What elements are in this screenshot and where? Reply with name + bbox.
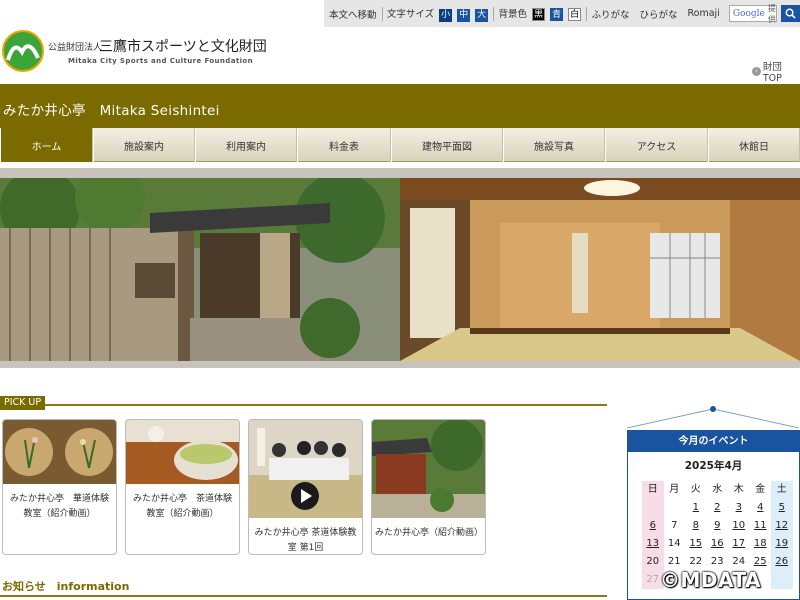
calendar-day[interactable]: 17: [728, 535, 750, 553]
org-name: 三鷹市スポーツと文化財団: [99, 39, 267, 55]
site-title: みたか井心亭 Mitaka Seishintei: [3, 103, 220, 119]
events-title: 今月のイベント: [628, 431, 799, 452]
bg-black-button[interactable]: 黒: [532, 8, 546, 21]
font-size-small-button[interactable]: 小: [439, 8, 453, 22]
foundation-top-link[interactable]: › 財団TOP: [752, 59, 800, 84]
search-placeholder: 提供: [767, 3, 776, 24]
search-button[interactable]: [780, 5, 800, 22]
weekday-label: 日: [642, 481, 664, 499]
romaji-link[interactable]: Romaji: [683, 8, 725, 19]
nav-item-closed-days[interactable]: 休館日: [708, 128, 800, 162]
font-size-label: 文字サイズ: [386, 8, 435, 20]
calendar-day[interactable]: 9: [707, 517, 729, 535]
arrow-right-icon: ›: [752, 67, 761, 76]
nav-item-price-list[interactable]: 料金表: [297, 128, 391, 162]
page: 本文へ移動 文字サイズ 小 中 大 背景色 黒 青 白 ふりがな ひらがな Ro…: [0, 0, 800, 600]
font-size-medium-button[interactable]: 中: [457, 8, 471, 22]
weekday-label: 土: [771, 481, 793, 499]
calendar-day[interactable]: 2: [707, 499, 729, 517]
weekday-label: 月: [669, 484, 680, 495]
calendar-day[interactable]: 12: [771, 517, 793, 535]
pickup-card-tea-ceremony[interactable]: みたか井心亭 茶道体験教室（紹介動画）: [125, 419, 240, 555]
foundation-top-label: 財団TOP: [762, 62, 782, 84]
pickup-cards: みたか井心亭 華道体験教室（紹介動画） みたか井心亭 茶道体験教室（紹介動画）: [2, 419, 486, 555]
pickup-card-ikebana[interactable]: みたか井心亭 華道体験教室（紹介動画）: [2, 419, 117, 555]
nav-item-home[interactable]: ホーム: [0, 128, 93, 162]
calendar-day[interactable]: 11: [750, 517, 772, 535]
calendar-day: 7: [671, 520, 678, 531]
calendar-hanger-icon: [627, 406, 799, 428]
calendar-day[interactable]: 26: [771, 553, 793, 571]
logo-mark-icon: [2, 30, 44, 72]
calendar-day[interactable]: 16: [707, 535, 729, 553]
watermark: ©MDATA: [660, 568, 761, 592]
weekday-label: 火: [690, 484, 701, 495]
calendar-weekday-row: 日 月 火 水 木 金 土: [642, 481, 796, 499]
calendar-day[interactable]: 3: [728, 499, 750, 517]
org-name-en: Mitaka City Sports and Culture Foundatio…: [68, 57, 253, 65]
furigana-link[interactable]: ふりがな: [586, 7, 634, 21]
information-heading-label: お知らせ information: [2, 580, 130, 593]
ikebana-thumbnail: [3, 420, 116, 484]
calendar-week-row: 13 14 15 16 17 18 19: [642, 535, 796, 553]
nav-item-photos[interactable]: 施設写真: [503, 128, 605, 162]
pickup-heading-label: PICK UP: [0, 396, 46, 410]
pickup-heading: PICK UP: [0, 390, 607, 410]
pickup-card-caption: みたか井心亭 茶道体験教室 第1回: [254, 528, 357, 553]
calendar-empty-cell: [771, 571, 793, 589]
utility-bar: 本文へ移動 文字サイズ 小 中 大 背景色 黒 青 白 ふりがな ひらがな Ro…: [324, 0, 800, 27]
seishintei-thumbnail: [372, 420, 485, 518]
bg-blue-button[interactable]: 青: [550, 8, 564, 21]
tea-ceremony-thumbnail: [126, 420, 239, 484]
nav-item-usage-guide[interactable]: 利用案内: [195, 128, 297, 162]
gate-photo: [0, 178, 400, 361]
bg-color-label: 背景色: [498, 9, 528, 20]
org-logo[interactable]: 公益財団法人 三鷹市スポーツと文化財団 Mitaka City Sports a…: [2, 30, 302, 74]
calendar-day[interactable]: 1: [685, 499, 707, 517]
nav-item-access[interactable]: アクセス: [605, 128, 708, 162]
search-input[interactable]: Google 提供: [728, 3, 777, 24]
calendar-day[interactable]: 4: [750, 499, 772, 517]
pickup-card-tea-class-1[interactable]: みたか井心亭 茶道体験教室 第1回: [248, 419, 363, 555]
calendar-empty-cell: [664, 499, 686, 517]
bg-color-control: 背景色 黒 青 白: [494, 6, 587, 21]
hero-banner: [0, 168, 800, 368]
site-title-band: みたか井心亭 Mitaka Seishintei: [0, 84, 800, 128]
calendar-day[interactable]: 8: [685, 517, 707, 535]
skip-to-content-link[interactable]: 本文へ移動: [324, 7, 382, 21]
weekday-label: 木: [733, 484, 744, 495]
calendar-day[interactable]: 5: [771, 499, 793, 517]
google-brand: Google: [732, 8, 765, 19]
nav-item-facility-guide[interactable]: 施設案内: [93, 128, 195, 162]
pickup-card-caption: みたか井心亭（紹介動画）: [375, 528, 484, 538]
calendar-day[interactable]: 13: [642, 535, 664, 553]
main-nav: ホーム 施設案内 利用案内 料金表 建物平面図 施設写真 アクセス 休館日: [0, 128, 800, 162]
font-size-large-button[interactable]: 大: [475, 8, 489, 22]
bg-white-button[interactable]: 白: [568, 8, 582, 21]
tatami-room-photo: [400, 178, 800, 361]
information-heading: お知らせ information: [0, 577, 607, 597]
calendar-empty-cell: [642, 499, 664, 517]
font-size-control: 文字サイズ 小 中 大: [382, 6, 493, 22]
nav-item-floor-plan[interactable]: 建物平面図: [391, 128, 503, 162]
calendar-day[interactable]: 15: [685, 535, 707, 553]
pickup-card-caption: みたか井心亭 華道体験教室（紹介動画）: [9, 494, 109, 519]
calendar-day[interactable]: 10: [728, 517, 750, 535]
pickup-card-seishintei[interactable]: みたか井心亭（紹介動画）: [371, 419, 486, 555]
calendar-day[interactable]: 6: [642, 517, 664, 535]
events-month: 2025年4月: [684, 460, 743, 472]
calendar-week-row: 12345: [642, 499, 796, 517]
calendar-day: 14: [667, 538, 681, 549]
org-kind: 公益財団法人: [48, 43, 103, 53]
tea-class-thumbnail: [249, 420, 362, 518]
hiragana-link[interactable]: ひらがな: [634, 7, 682, 21]
calendar-day[interactable]: 19: [771, 535, 793, 553]
pickup-card-caption: みたか井心亭 茶道体験教室（紹介動画）: [132, 494, 232, 519]
weekday-label: 金: [755, 484, 766, 495]
search-icon: [785, 8, 796, 19]
weekday-label: 水: [712, 484, 723, 495]
calendar-day[interactable]: 18: [750, 535, 772, 553]
calendar-week-row: 6 7 8 9 10 11 12: [642, 517, 796, 535]
